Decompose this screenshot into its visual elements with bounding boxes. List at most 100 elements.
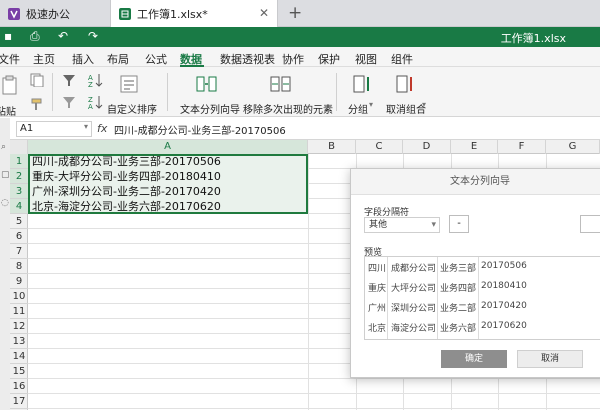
row-header[interactable]: 16 (10, 379, 28, 394)
comment-icon[interactable]: ▢ (1, 170, 10, 180)
gridline (308, 154, 309, 410)
select-all-corner[interactable] (10, 140, 28, 154)
tab-home-label: 极速办公 (26, 7, 70, 21)
clear-filter-icon[interactable] (62, 95, 84, 113)
spreadsheet-icon (119, 7, 131, 20)
preview-cell: 业务三部 (440, 264, 477, 274)
menu-file[interactable]: 文件 (0, 51, 20, 67)
close-tab-icon[interactable]: ✕ (259, 6, 269, 20)
formula-input[interactable]: 四川-成都分公司-业务三部-20170506 (114, 122, 286, 137)
row-header[interactable]: 14 (10, 349, 28, 364)
filter-icon[interactable] (62, 73, 84, 91)
menu-home[interactable]: 主页 (33, 51, 55, 67)
menu-protect[interactable]: 保护 (318, 51, 340, 67)
tab-bar: 极速办公 工作簿1.xlsx* ✕ + (0, 0, 600, 27)
cell-a3[interactable]: 广州-深圳分公司-业务二部-20170420 (32, 184, 221, 199)
row-header[interactable]: 9 (10, 274, 28, 289)
cancel-button[interactable]: 取消 (517, 350, 583, 368)
column-header-b[interactable]: B (308, 140, 356, 154)
column-header-e[interactable]: E (451, 140, 498, 154)
redo-icon[interactable]: ↷ (88, 29, 98, 43)
ok-button[interactable]: 确定 (441, 350, 507, 368)
left-sidebar: ⌕ ▢ ◌ (0, 118, 10, 410)
row-header[interactable]: 2 (10, 169, 28, 184)
group-icon[interactable] (352, 75, 374, 93)
ungroup-button[interactable]: 取消组合 (386, 101, 426, 116)
print-icon[interactable]: ⎙ (30, 29, 40, 44)
row-header[interactable]: 10 (10, 289, 28, 304)
preview-cell: 重庆 (368, 284, 387, 294)
other-input[interactable] (580, 215, 600, 233)
cell-a2[interactable]: 重庆-大坪分公司-业务四部-20180410 (32, 169, 221, 184)
text-to-columns-button[interactable]: 文本分列向导 (180, 101, 240, 116)
row-header[interactable]: 7 (10, 244, 28, 259)
preview-cell: 深圳分公司 (391, 304, 437, 314)
text-to-columns-dialog: 文本分列向导 字段分隔符 其他 ▾ - 预览 四川 成都分公司 业务三部 201… (350, 168, 600, 378)
row-header[interactable]: 5 (10, 214, 28, 229)
ribbon-separator (52, 73, 53, 111)
column-header-d[interactable]: D (403, 140, 451, 154)
chat-icon[interactable]: ◌ (1, 198, 9, 208)
copy-icon[interactable] (30, 73, 52, 91)
separator-input[interactable]: - (449, 215, 469, 233)
row-header[interactable]: 3 (10, 184, 28, 199)
sort-asc-icon[interactable]: AZ (88, 73, 110, 91)
column-header-c[interactable]: C (356, 140, 403, 154)
ungroup-icon[interactable] (395, 75, 417, 93)
row-header[interactable]: 8 (10, 259, 28, 274)
group-button[interactable]: 分组 (348, 101, 368, 116)
custom-sort-button[interactable]: 自定义排序 (107, 101, 157, 116)
group-dropdown-icon[interactable]: ▾ (369, 100, 373, 109)
row-header[interactable]: 6 (10, 229, 28, 244)
custom-sort-icon[interactable] (120, 75, 142, 93)
remove-duplicates-button[interactable]: 移除多次出现的元素 (243, 101, 333, 116)
preview-column-divider (437, 257, 438, 339)
row-header[interactable]: 17 (10, 394, 28, 409)
separator-select[interactable]: 其他 ▾ (364, 217, 440, 233)
paste-button-label[interactable]: 粘贴 (0, 103, 16, 118)
text-to-columns-icon[interactable] (196, 75, 218, 93)
preview-cell: 20180410 (481, 281, 527, 291)
menu-collaborate[interactable]: 协作 (282, 51, 304, 67)
ungroup-dropdown-icon[interactable]: ▾ (422, 100, 426, 109)
add-tab-button[interactable]: + (288, 3, 302, 23)
row-header[interactable]: 15 (10, 364, 28, 379)
row-header[interactable]: 1 (10, 154, 28, 169)
paste-icon[interactable] (2, 75, 24, 95)
menu-view[interactable]: 视图 (355, 51, 377, 67)
tab-home[interactable]: 极速办公 (0, 0, 106, 27)
app-logo-icon (8, 7, 20, 20)
row-header[interactable]: 13 (10, 334, 28, 349)
chevron-down-icon: ▾ (431, 220, 436, 230)
column-header-f[interactable]: F (498, 140, 546, 154)
menu-bar: 文件 主页 插入 布局 公式 数据 数据透视表 协作 保护 视图 组件 (0, 47, 600, 67)
row-header[interactable]: 12 (10, 319, 28, 334)
name-box-dropdown-icon[interactable]: ▾ (84, 122, 88, 131)
menu-insert[interactable]: 插入 (72, 51, 94, 67)
format-painter-icon[interactable] (30, 97, 52, 115)
menu-components[interactable]: 组件 (391, 51, 413, 67)
function-icon[interactable]: fx (97, 122, 107, 135)
preview-cell: 业务二部 (440, 304, 477, 314)
cell-a4[interactable]: 北京-海淀分公司-业务六部-20170620 (32, 199, 221, 214)
cell-a1[interactable]: 四川-成都分公司-业务三部-20170506 (32, 154, 221, 169)
undo-icon[interactable]: ↶ (58, 29, 68, 43)
save-icon[interactable]: ▪ (4, 29, 12, 43)
formula-bar: A1 ▾ fx 四川-成都分公司-业务三部-20170506 (0, 118, 600, 140)
preview-cell: 业务六部 (440, 324, 477, 334)
row-header[interactable]: 4 (10, 199, 28, 214)
name-box[interactable]: A1 (16, 121, 92, 137)
row-headers: 1 2 3 4 5 6 7 8 9 10 11 12 13 14 15 16 1… (10, 154, 28, 410)
row-header[interactable]: 11 (10, 304, 28, 319)
tab-workbook[interactable]: 工作簿1.xlsx* ✕ (110, 0, 278, 27)
remove-duplicates-icon[interactable] (270, 75, 292, 93)
column-header-g[interactable]: G (546, 140, 600, 154)
menu-formula[interactable]: 公式 (145, 51, 167, 67)
svg-text:A: A (88, 103, 93, 109)
preview-cell: 业务四部 (440, 284, 477, 294)
menu-layout[interactable]: 布局 (107, 51, 129, 67)
preview-cell: 广州 (368, 304, 387, 314)
column-header-a[interactable]: A (28, 140, 308, 154)
menu-pivot-table[interactable]: 数据透视表 (220, 51, 275, 67)
search-icon[interactable]: ⌕ (1, 142, 6, 152)
